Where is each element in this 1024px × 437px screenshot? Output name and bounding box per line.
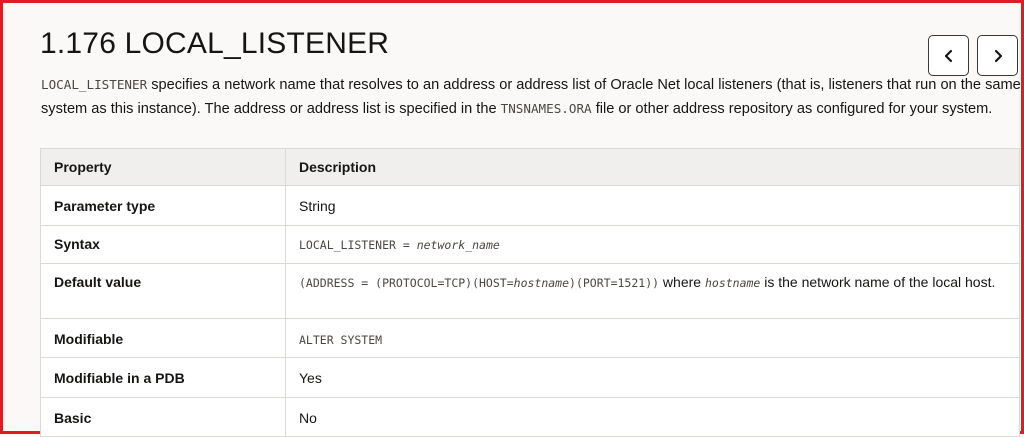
row-label-parameter-type: Parameter type	[40, 185, 286, 226]
header-description: Description	[285, 148, 1020, 186]
default-text-hostname: hostname	[704, 276, 761, 290]
table-row: Basic No	[40, 397, 1020, 437]
chevron-left-icon	[944, 49, 952, 62]
default-code-hostname: hostname	[513, 276, 570, 290]
next-page-button[interactable]	[977, 35, 1018, 76]
default-text-b: is the network name of the local host.	[760, 274, 996, 290]
row-label-default-value: Default value	[40, 263, 286, 319]
row-label-modifiable-pdb: Modifiable in a PDB	[40, 357, 286, 398]
table-row: Syntax LOCAL_LISTENER = network_name	[40, 225, 1020, 264]
row-value-modifiable: ALTER SYSTEM	[285, 318, 1020, 358]
table-row: Modifiable in a PDB Yes	[40, 357, 1020, 398]
page-title: 1.176 LOCAL_LISTENER	[40, 27, 390, 60]
modifiable-code: ALTER SYSTEM	[299, 333, 383, 347]
page-navigation	[928, 35, 1018, 76]
properties-table: Property Description Parameter type Stri…	[40, 148, 1020, 437]
previous-page-button[interactable]	[928, 35, 969, 76]
intro-code-parameter: LOCAL_LISTENER	[41, 77, 148, 92]
default-code-a: (ADDRESS = (PROTOCOL=TCP)(HOST=	[299, 276, 514, 290]
row-value-parameter-type: String	[285, 185, 1020, 226]
syntax-code: LOCAL_LISTENER =	[299, 238, 417, 252]
intro-text-2: file or other address repository as conf…	[591, 101, 993, 117]
row-value-basic: No	[285, 397, 1020, 437]
table-row: Default value (ADDRESS = (PROTOCOL=TCP)(…	[40, 263, 1020, 319]
row-value-modifiable-pdb: Yes	[285, 357, 1020, 398]
row-label-basic: Basic	[40, 397, 286, 437]
chevron-right-icon	[994, 49, 1002, 62]
intro-paragraph: LOCAL_LISTENER specifies a network name …	[41, 73, 1021, 121]
syntax-code-italic: network_name	[416, 238, 500, 252]
row-value-default-value: (ADDRESS = (PROTOCOL=TCP)(HOST=hostname)…	[285, 263, 1020, 319]
row-value-syntax: LOCAL_LISTENER = network_name	[285, 225, 1020, 264]
row-label-modifiable: Modifiable	[40, 318, 286, 358]
page-frame: 1.176 LOCAL_LISTENER LOCAL_LISTENER spec…	[0, 0, 1024, 437]
header-property: Property	[40, 148, 286, 186]
table-row: Modifiable ALTER SYSTEM	[40, 318, 1020, 358]
default-text-a: where	[659, 274, 705, 290]
table-row: Parameter type String	[40, 185, 1020, 226]
table-header-row: Property Description	[40, 148, 1020, 186]
row-label-syntax: Syntax	[40, 225, 286, 264]
default-code-b: )(PORT=1521))	[569, 276, 660, 290]
intro-code-tnsnames: TNSNAMES.ORA	[500, 101, 592, 116]
